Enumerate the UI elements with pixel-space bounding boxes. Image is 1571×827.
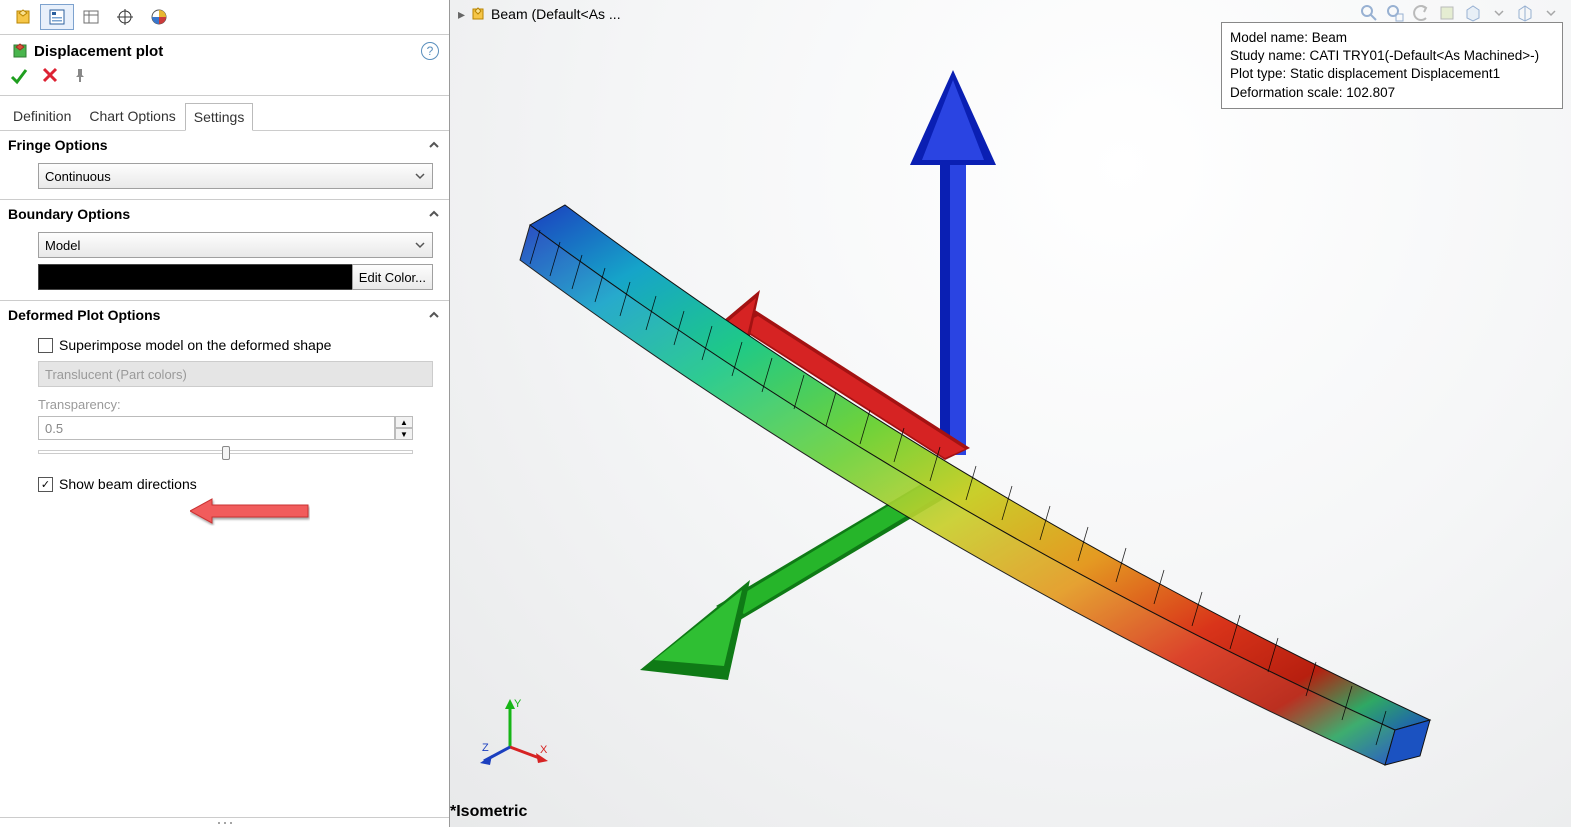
chevron-down-icon [414,170,426,182]
chevron-down-icon [414,239,426,251]
boundary-title: Boundary Options [8,206,130,222]
spin-up-icon[interactable]: ▲ [395,416,413,428]
tab-settings[interactable]: Settings [185,103,254,131]
graphics-canvas[interactable]: ▸ Beam (Default<As ... Model name: Beam … [450,0,1571,827]
appearance-tab-icon[interactable] [142,4,176,30]
plot-icon [10,41,30,61]
tab-chart-options[interactable]: Chart Options [80,102,184,130]
feature-tree-tab-icon[interactable] [6,4,40,30]
subtab-row: Definition Chart Options Settings [0,96,449,131]
cancel-icon[interactable] [42,67,58,83]
superimpose-checkbox[interactable] [38,338,53,353]
panel-header: Displacement plot ? [0,35,449,63]
panel-resize-handle[interactable] [0,817,449,827]
model-view [450,0,1571,827]
panel-tab-strip [0,0,449,35]
chevron-up-icon [427,308,441,322]
transparency-spinner: ▲ ▼ [38,416,413,440]
translucent-value: Translucent (Part colors) [45,367,187,382]
property-panel: Displacement plot ? Definition Chart Opt… [0,0,450,827]
show-beam-checkbox[interactable]: ✓ [38,477,53,492]
superimpose-label: Superimpose model on the deformed shape [59,337,331,353]
view-triad: Y X Z [480,697,550,767]
fringe-title: Fringe Options [8,137,108,153]
boundary-value: Model [45,238,80,253]
deformed-title: Deformed Plot Options [8,307,160,323]
boundary-dropdown[interactable]: Model [38,232,433,258]
transparency-input[interactable] [38,416,395,440]
spin-down-icon[interactable]: ▼ [395,428,413,440]
fringe-dropdown[interactable]: Continuous [38,163,433,189]
slider-thumb[interactable] [222,446,230,460]
config-manager-tab-icon[interactable] [74,4,108,30]
show-beam-label: Show beam directions [59,476,197,492]
callout-arrow-icon [190,496,310,526]
ok-icon[interactable] [10,67,28,85]
panel-title: Displacement plot [34,43,421,60]
chevron-up-icon [427,207,441,221]
edit-color-button[interactable]: Edit Color... [352,264,433,290]
transparency-label: Transparency: [38,397,441,412]
boundary-header[interactable]: Boundary Options [0,200,449,228]
view-orientation-label: *Isometric [450,803,527,821]
transparency-slider[interactable] [38,450,413,454]
boundary-section: Boundary Options Model Edit Color... [0,200,449,301]
axis-arrow-blue [910,70,996,455]
tab-definition[interactable]: Definition [4,102,80,130]
deformed-section: Deformed Plot Options Superimpose model … [0,301,449,506]
fringe-header[interactable]: Fringe Options [0,131,449,159]
fringe-value: Continuous [45,169,111,184]
beam-body [520,205,1430,765]
translucent-dropdown: Translucent (Part colors) [38,361,433,387]
pin-icon[interactable] [72,67,88,83]
confirm-row [0,63,449,96]
help-icon[interactable]: ? [421,42,439,60]
triad-x: X [540,744,548,756]
boundary-color-swatch[interactable] [38,264,353,290]
fringe-section: Fringe Options Continuous [0,131,449,200]
property-manager-tab-icon[interactable] [40,4,74,30]
triad-y: Y [514,698,522,710]
dimxpert-tab-icon[interactable] [108,4,142,30]
triad-z: Z [482,742,489,754]
chevron-up-icon [427,138,441,152]
deformed-header[interactable]: Deformed Plot Options [0,301,449,329]
